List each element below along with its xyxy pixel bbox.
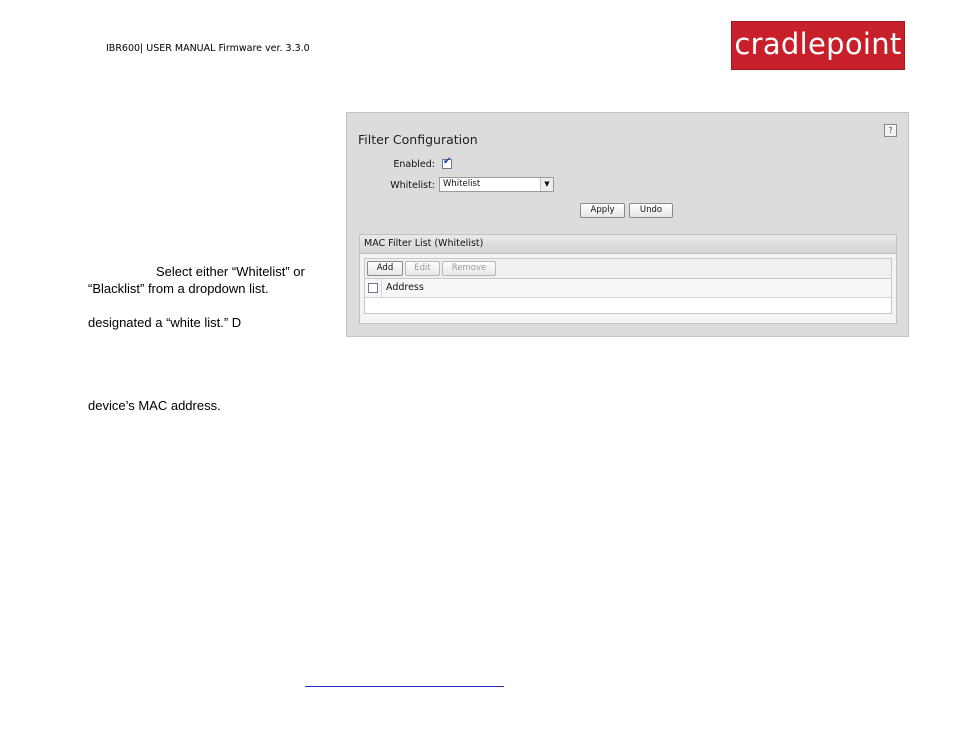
undo-button[interactable]: Undo bbox=[629, 203, 673, 218]
address-column-header[interactable]: Address bbox=[386, 282, 424, 293]
manual-header: IBR600| USER MANUAL Firmware ver. 3.3.0 bbox=[106, 43, 310, 54]
mac-filter-list: MAC Filter List (Whitelist) Add Edit Rem… bbox=[359, 234, 897, 324]
whitelist-select[interactable]: Whitelist ▼ bbox=[439, 177, 554, 192]
add-button[interactable]: Add bbox=[367, 261, 403, 276]
edit-button[interactable]: Edit bbox=[405, 261, 440, 276]
body-text-line-2: “Blacklist” from a dropdown list. bbox=[88, 281, 269, 296]
body-text-line-1: Select either “Whitelist” or bbox=[156, 264, 305, 279]
help-icon[interactable]: ? bbox=[884, 124, 897, 137]
mac-filter-list-title: MAC Filter List (Whitelist) bbox=[360, 235, 896, 254]
enabled-checkbox[interactable] bbox=[442, 156, 452, 169]
whitelist-select-value: Whitelist bbox=[443, 179, 481, 189]
column-divider bbox=[381, 279, 382, 297]
apply-button[interactable]: Apply bbox=[580, 203, 625, 218]
enabled-label: Enabled: bbox=[393, 159, 435, 170]
mac-address-table: Address bbox=[364, 279, 892, 314]
remove-button[interactable]: Remove bbox=[442, 261, 496, 276]
select-all-checkbox[interactable] bbox=[368, 283, 378, 293]
whitelist-label: Whitelist: bbox=[390, 180, 435, 191]
mac-filter-toolbar: Add Edit Remove bbox=[364, 258, 892, 279]
cradlepoint-logo: cradlepoint bbox=[731, 21, 905, 70]
filter-configuration-panel: Filter Configuration ? Enabled: Whitelis… bbox=[346, 112, 909, 337]
body-text-line-4: device’s MAC address. bbox=[88, 398, 221, 413]
panel-title: Filter Configuration bbox=[358, 132, 478, 147]
table-header: Address bbox=[365, 279, 891, 298]
body-text-line-3: designated a “white list.” D bbox=[88, 315, 242, 330]
chevron-down-icon[interactable]: ▼ bbox=[540, 178, 553, 191]
footer-link[interactable] bbox=[305, 685, 504, 687]
